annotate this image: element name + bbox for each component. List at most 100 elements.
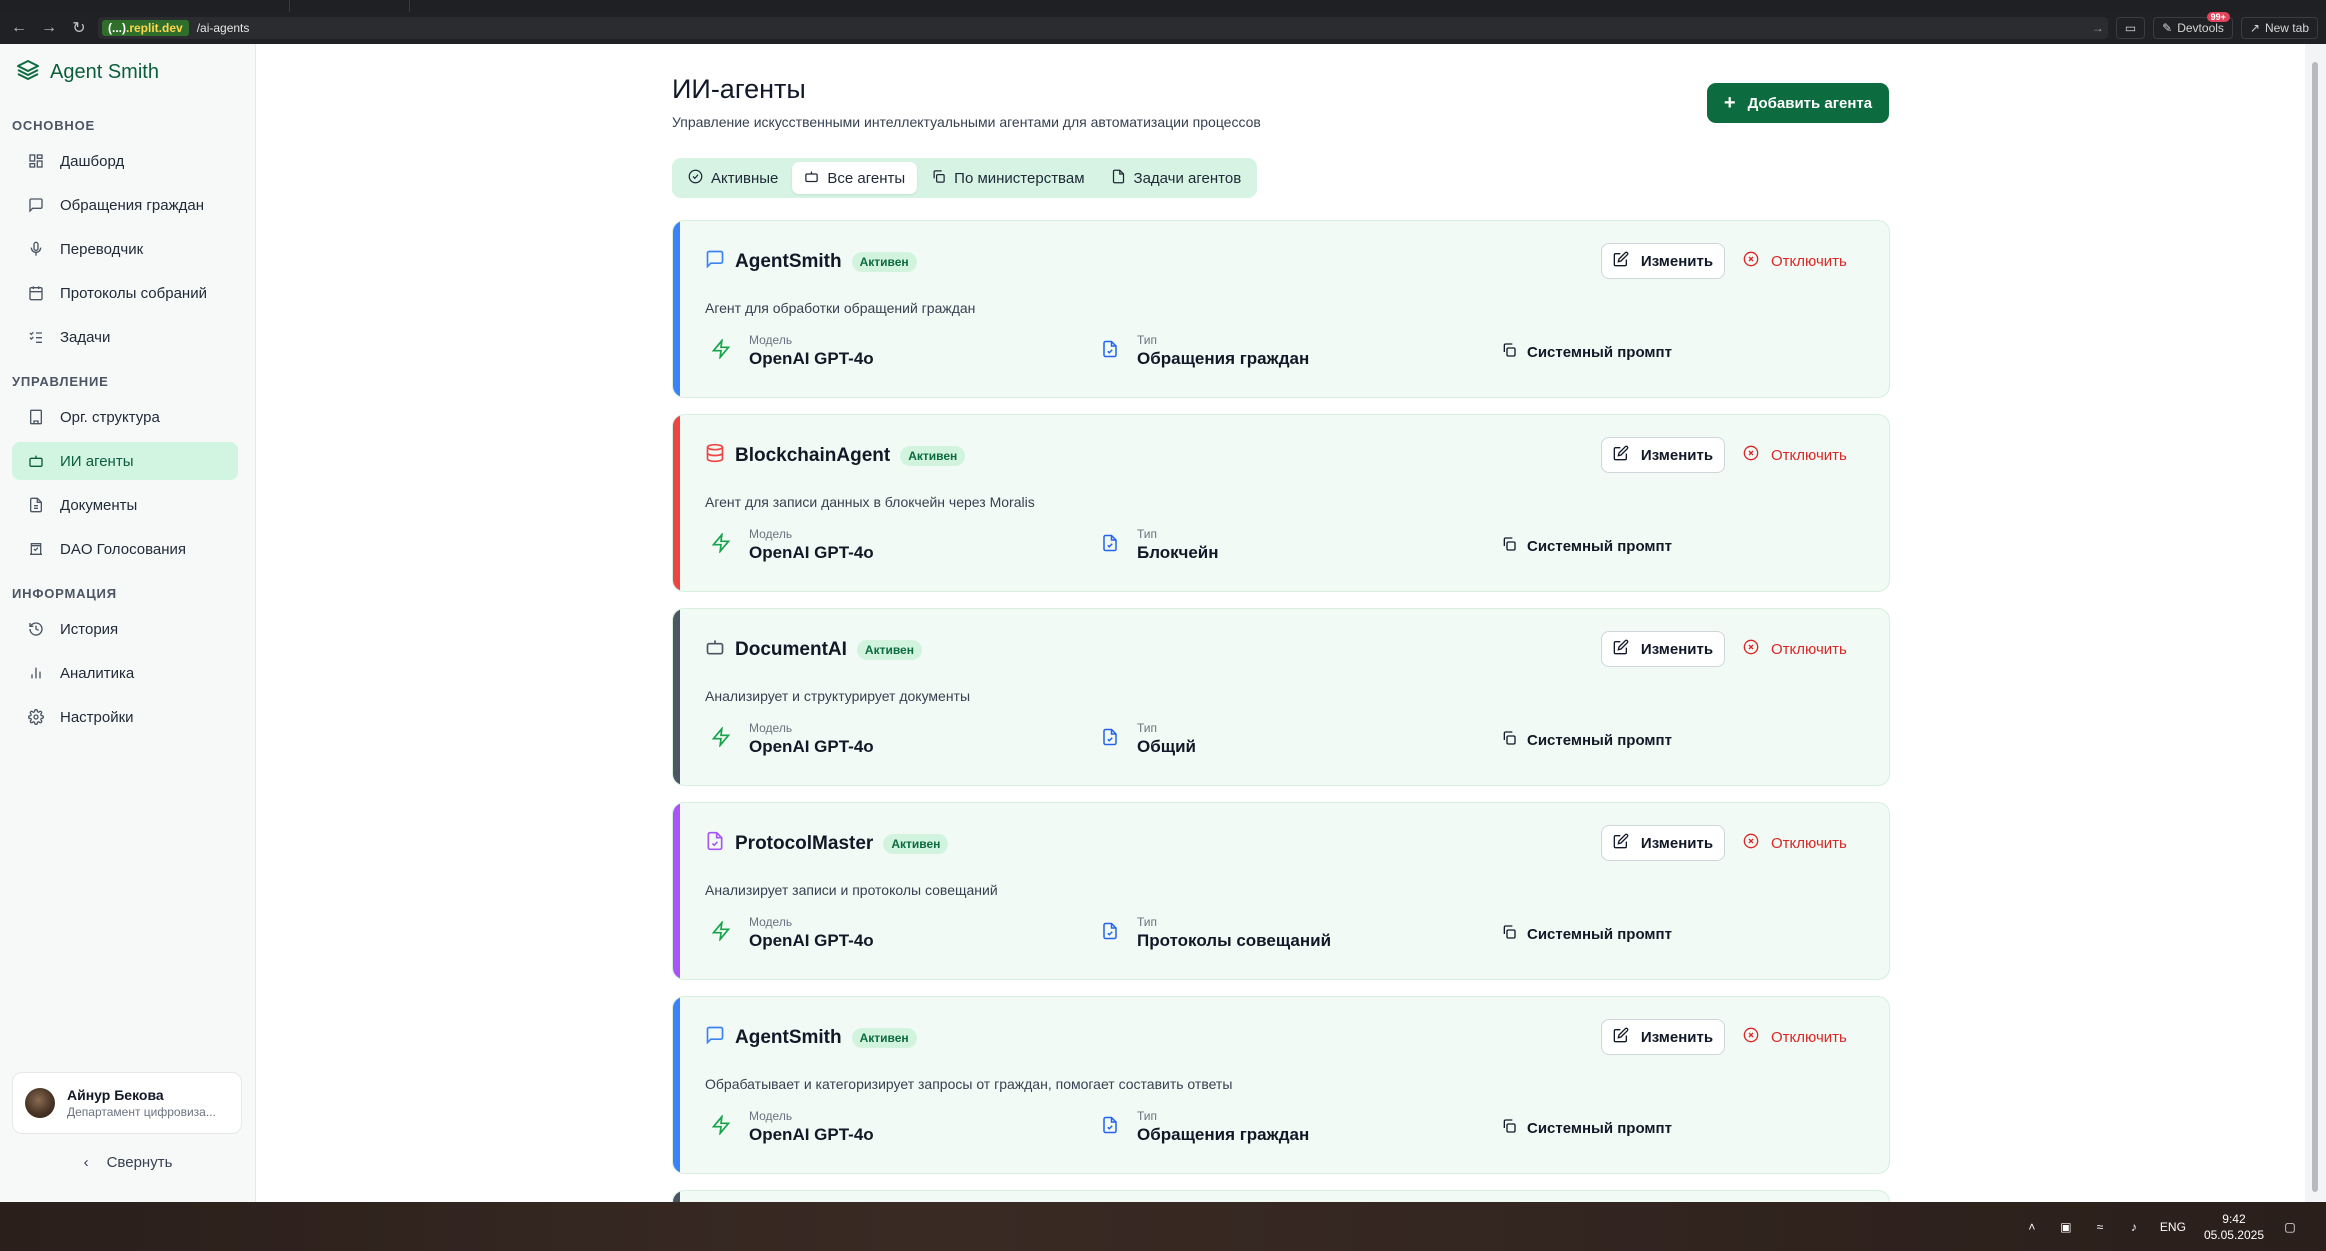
- card-accent-bar: [673, 803, 680, 979]
- type-label: Тип: [1137, 1109, 1158, 1123]
- sidebar-item-label: Переводчик: [60, 240, 144, 258]
- sidebar-item-label: Дашборд: [60, 152, 125, 170]
- tab-active[interactable]: Активные: [676, 162, 790, 194]
- file-icon: [1111, 169, 1126, 188]
- edit-button[interactable]: Изменить: [1601, 243, 1725, 279]
- edit-icon: [1613, 833, 1629, 853]
- brand[interactable]: Agent Smith: [16, 58, 159, 87]
- reload-icon[interactable]: ↻: [68, 17, 90, 39]
- app-tray-icon[interactable]: ▣: [2058, 1219, 2074, 1235]
- system-prompt-link[interactable]: Системный промпт: [1501, 536, 1672, 556]
- agent-name: DocumentAI: [735, 638, 847, 660]
- system-prompt-label: Системный промпт: [1527, 731, 1672, 749]
- agent-name: AgentSmith: [735, 250, 842, 272]
- disable-label: Отключить: [1771, 252, 1847, 270]
- notification-icon[interactable]: ▢: [2282, 1219, 2298, 1235]
- url-field[interactable]: (...).replit.dev /ai-agents →: [98, 17, 2108, 39]
- model-label: Модель: [749, 721, 793, 735]
- edit-label: Изменить: [1640, 640, 1714, 658]
- file-check-icon: [1101, 728, 1119, 751]
- file-check-icon: [1101, 1116, 1119, 1139]
- screen-icon-button[interactable]: ▭: [2115, 17, 2146, 39]
- sidebar-item-settings[interactable]: Настройки: [12, 698, 238, 736]
- edit-button[interactable]: Изменить: [1601, 1019, 1725, 1055]
- sidebar-item-translator[interactable]: Переводчик: [12, 230, 238, 268]
- check-circle-icon: [688, 169, 703, 188]
- main-content: ИИ-агенты Управление искусственными инте…: [257, 44, 2305, 1204]
- model-info: Модель OpenAI GPT-4o: [711, 333, 874, 369]
- browser-tab-strip: [0, 0, 2326, 12]
- system-prompt-link[interactable]: Системный промпт: [1501, 730, 1672, 750]
- go-arrow-icon[interactable]: →: [2092, 21, 2104, 35]
- system-prompt-link[interactable]: Системный промпт: [1501, 1118, 1672, 1138]
- url-path: /ai-agents: [196, 21, 250, 35]
- clock[interactable]: 9:42 05.05.2025: [2204, 1211, 2264, 1243]
- model-info: Модель OpenAI GPT-4o: [711, 527, 874, 563]
- scrollbar[interactable]: [2305, 44, 2326, 1202]
- tab-by-ministry[interactable]: По министерствам: [919, 162, 1096, 194]
- disable-label: Отключить: [1771, 446, 1847, 464]
- card-header: BlockchainAgent Активен: [705, 443, 966, 468]
- scroll-thumb[interactable]: [2312, 62, 2318, 1192]
- sidebar-item-label: Орг. структура: [60, 408, 160, 426]
- wifi-icon[interactable]: ≈: [2092, 1219, 2108, 1235]
- type-label: Тип: [1137, 333, 1158, 347]
- disable-button[interactable]: Отключить: [1743, 1019, 1847, 1055]
- browser-tab[interactable]: [230, 0, 410, 12]
- devtools-badge: 99+: [2206, 12, 2230, 22]
- type-info: Тип Блокчейн: [1101, 527, 1219, 563]
- type-info: Тип Обращения граждан: [1101, 333, 1309, 369]
- chevron-up-icon[interactable]: ˄: [2024, 1219, 2040, 1235]
- system-prompt-link[interactable]: Системный промпт: [1501, 342, 1672, 362]
- tab-agent-tasks[interactable]: Задачи агентов: [1099, 162, 1254, 194]
- volume-icon[interactable]: ♪: [2126, 1219, 2142, 1235]
- card-header: DocumentAI Активен: [705, 637, 922, 662]
- history-icon: [28, 621, 44, 637]
- system-prompt-label: Системный промпт: [1527, 925, 1672, 943]
- sidebar-item-label: DAO Голосования: [60, 540, 187, 558]
- sidebar-item-protocols[interactable]: Протоколы собраний: [12, 274, 238, 312]
- zap-icon: [711, 1113, 731, 1140]
- collapse-button[interactable]: ‹ Свернуть: [0, 1154, 256, 1171]
- building-icon: [28, 409, 44, 425]
- sidebar-item-dashboard[interactable]: Дашборд: [12, 142, 238, 180]
- back-icon[interactable]: ←: [8, 17, 30, 39]
- sidebar-item-documents[interactable]: Документы: [12, 486, 238, 524]
- disable-button[interactable]: Отключить: [1743, 825, 1847, 861]
- sidebar-item-history[interactable]: История: [12, 610, 238, 648]
- agent-tabs: Активные Все агенты По министерствам Зад…: [672, 158, 1258, 198]
- devtools-label: Devtools: [2177, 21, 2224, 35]
- sidebar-item-tasks[interactable]: Задачи: [12, 318, 238, 356]
- sidebar-item-dao-voting[interactable]: DAO Голосования: [12, 530, 238, 568]
- edit-button[interactable]: Изменить: [1601, 437, 1725, 473]
- model-value: OpenAI GPT-4o: [749, 1125, 874, 1144]
- new-tab-button[interactable]: ↗ New tab: [2240, 17, 2318, 39]
- sidebar-item-org-structure[interactable]: Орг. структура: [12, 398, 238, 436]
- tab-all-agents[interactable]: Все агенты: [792, 162, 918, 194]
- sidebar-item-appeals[interactable]: Обращения граждан: [12, 186, 238, 224]
- layers-logo-icon: [16, 58, 40, 87]
- user-name: Айнур Бекова: [67, 1087, 164, 1103]
- model-info: Модель OpenAI GPT-4o: [711, 915, 874, 951]
- disable-button[interactable]: Отключить: [1743, 631, 1847, 667]
- user-card[interactable]: Айнур Бекова Департамент цифровиза...: [12, 1072, 242, 1134]
- edit-button[interactable]: Изменить: [1601, 825, 1725, 861]
- sidebar-item-ai-agents[interactable]: ИИ агенты: [12, 442, 238, 480]
- add-agent-button[interactable]: + Добавить агента: [1707, 83, 1889, 123]
- system-prompt-link[interactable]: Системный промпт: [1501, 924, 1672, 944]
- edit-button[interactable]: Изменить: [1601, 631, 1725, 667]
- status-badge: Активен: [851, 251, 917, 272]
- devtools-button[interactable]: ✎ Devtools 99+: [2153, 12, 2233, 39]
- bot-icon: [705, 637, 725, 662]
- language-indicator[interactable]: ENG: [2160, 1220, 2186, 1234]
- sidebar-item-label: ИИ агенты: [60, 452, 134, 470]
- sidebar-item-analytics[interactable]: Аналитика: [12, 654, 238, 692]
- disable-button[interactable]: Отключить: [1743, 437, 1847, 473]
- disable-button[interactable]: Отключить: [1743, 243, 1847, 279]
- file-check-icon: [1101, 534, 1119, 557]
- forward-icon[interactable]: →: [38, 17, 60, 39]
- new-tab-label: New tab: [2264, 21, 2309, 35]
- external-link-icon: ↗: [2249, 21, 2260, 35]
- dashboard-icon: [28, 153, 44, 169]
- agent-name: BlockchainAgent: [735, 444, 891, 466]
